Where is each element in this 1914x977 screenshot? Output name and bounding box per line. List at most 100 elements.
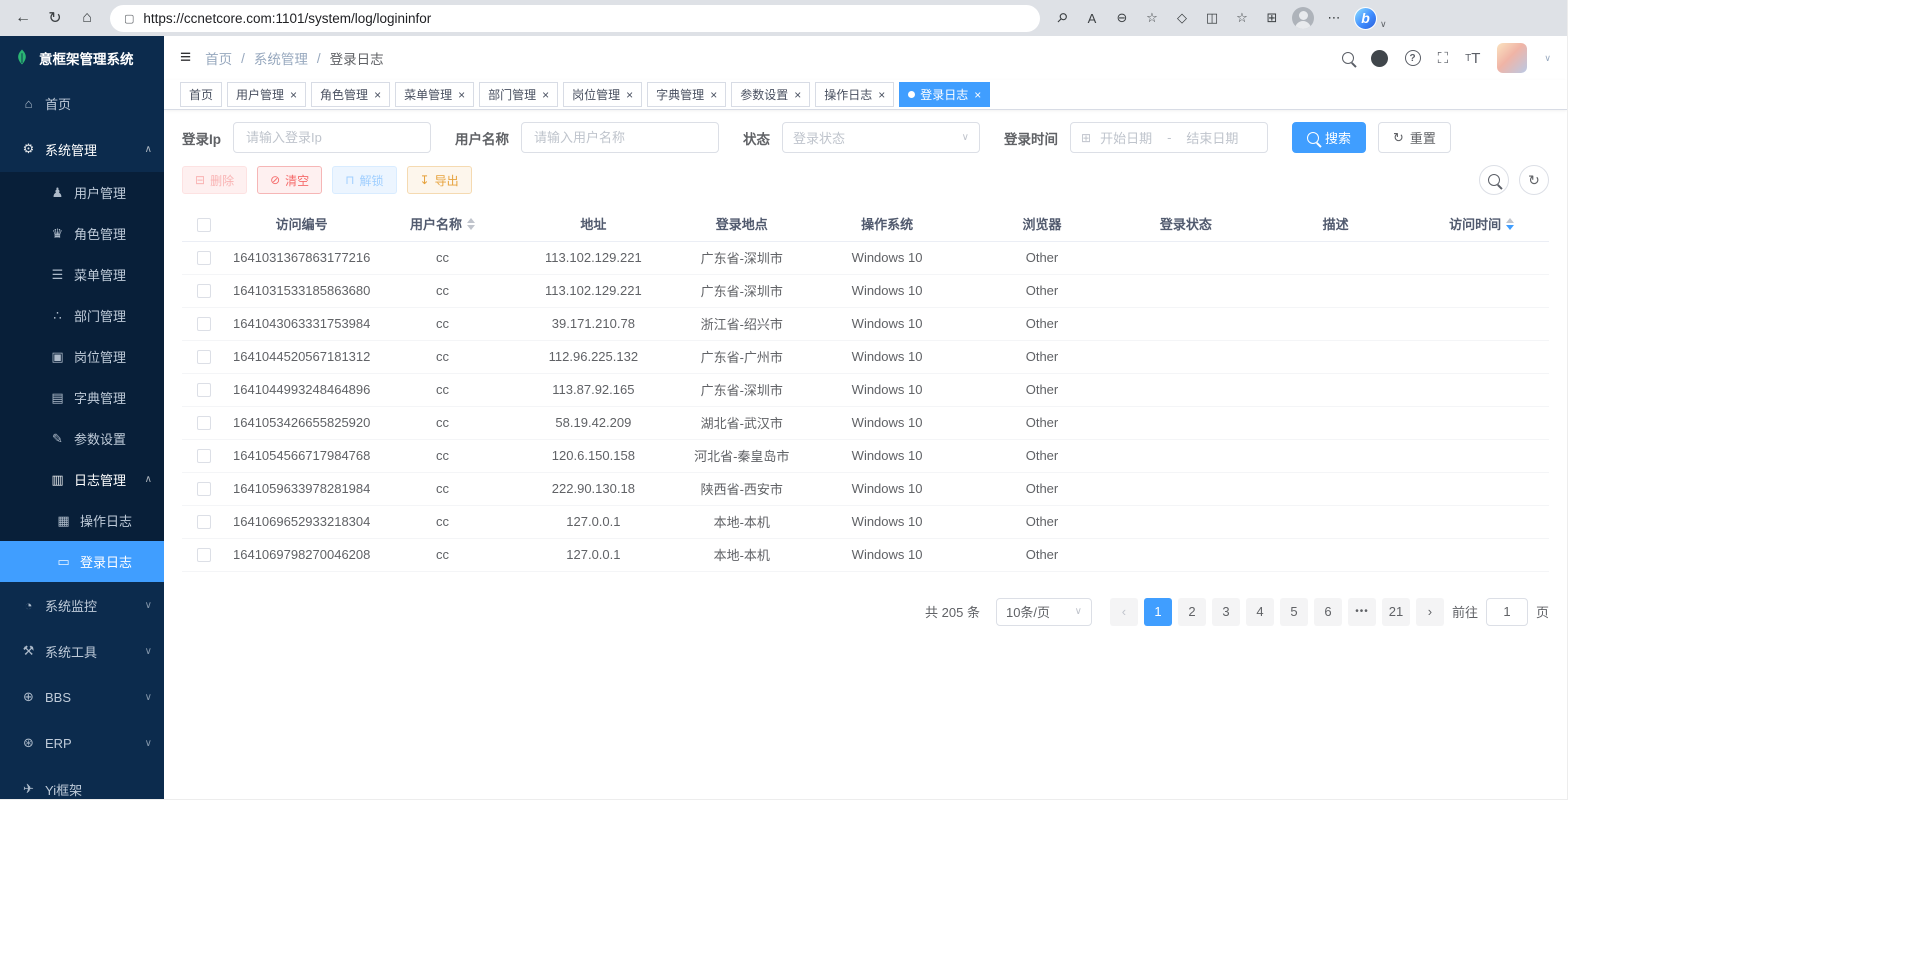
split-screen-icon[interactable]: ◫	[1198, 3, 1226, 33]
sidebar-item[interactable]: ⊕ BBS∨	[0, 674, 164, 720]
tab[interactable]: 首页	[180, 82, 222, 107]
table-row[interactable]: 1641069798270046208cc127.0.0.1本地-本机Windo…	[182, 538, 1549, 571]
page-button[interactable]: 5	[1280, 598, 1308, 626]
tab[interactable]: 部门管理 ×	[479, 82, 558, 107]
font-size-icon[interactable]: TT	[1465, 50, 1480, 67]
sidebar-item[interactable]: ⌂ 首页	[0, 80, 164, 126]
extensions-icon[interactable]: ◇	[1168, 3, 1196, 33]
table-row[interactable]: 1641069652933218304cc127.0.0.1本地-本机Windo…	[182, 505, 1549, 538]
close-icon[interactable]: ×	[542, 89, 549, 101]
status-select[interactable]: 登录状态 ∨	[782, 122, 980, 153]
close-icon[interactable]: ×	[626, 89, 633, 101]
unlock-button[interactable]: ⊓ 解锁	[332, 166, 396, 194]
row-checkbox[interactable]	[197, 350, 211, 364]
table-row[interactable]: 1641043063331753984cc39.171.210.78浙江省-绍兴…	[182, 307, 1549, 340]
row-checkbox[interactable]	[197, 548, 211, 562]
close-icon[interactable]: ×	[458, 89, 465, 101]
tab[interactable]: 角色管理 ×	[311, 82, 390, 107]
sidebar-item[interactable]: ▤ 字典管理	[0, 377, 164, 418]
export-button[interactable]: ↧ 导出	[407, 166, 472, 194]
close-icon[interactable]: ×	[794, 89, 801, 101]
sidebar-item[interactable]: ▦ 操作日志	[0, 500, 164, 541]
sort-icon[interactable]	[1506, 218, 1514, 230]
tab[interactable]: 字典管理 ×	[647, 82, 726, 107]
prev-page-button[interactable]: ‹	[1110, 598, 1138, 626]
user-avatar[interactable]	[1497, 43, 1527, 73]
tab[interactable]: 菜单管理 ×	[395, 82, 474, 107]
help-icon[interactable]: ?	[1405, 50, 1421, 66]
page-button[interactable]: 4	[1246, 598, 1274, 626]
password-key-icon[interactable]: ⚲	[1041, 0, 1082, 39]
sidebar-item[interactable]: ☰ 菜单管理	[0, 254, 164, 295]
login-ip-input[interactable]	[233, 122, 431, 153]
table-row[interactable]: 1641059633978281984cc222.90.130.18陕西省-西安…	[182, 472, 1549, 505]
goto-page-input[interactable]	[1486, 598, 1528, 626]
breadcrumb-item[interactable]: 系统管理	[254, 48, 308, 68]
sort-icon[interactable]	[467, 218, 475, 230]
row-checkbox[interactable]	[197, 449, 211, 463]
row-checkbox[interactable]	[197, 284, 211, 298]
select-all-checkbox[interactable]	[197, 218, 211, 232]
read-aloud-icon[interactable]: A	[1078, 3, 1106, 33]
sidebar-item[interactable]: ◔ 系统监控∨	[0, 582, 164, 628]
user-name-input[interactable]	[521, 122, 719, 153]
reset-button[interactable]: ↻ 重置	[1378, 122, 1451, 153]
zoom-out-icon[interactable]: ⊖	[1108, 3, 1136, 33]
home-button[interactable]: ⌂	[72, 3, 102, 33]
sidebar-item[interactable]: ⊛ ERP∨	[0, 720, 164, 766]
sidebar-item[interactable]: ✈ Yi框架	[0, 766, 164, 800]
page-button[interactable]: 2	[1178, 598, 1206, 626]
close-icon[interactable]: ×	[290, 89, 297, 101]
address-bar[interactable]: ▢ https://ccnetcore.com:1101/system/log/…	[110, 5, 1040, 32]
reload-button[interactable]: ↻	[40, 3, 70, 33]
github-icon[interactable]	[1371, 50, 1388, 67]
bing-copilot-icon[interactable]: b	[1354, 7, 1377, 30]
row-checkbox[interactable]	[197, 317, 211, 331]
close-icon[interactable]: ×	[710, 89, 717, 101]
back-button[interactable]: ←	[8, 3, 38, 33]
search-icon[interactable]	[1342, 52, 1354, 64]
browser-profile-avatar[interactable]	[1292, 7, 1314, 29]
refresh-table-button[interactable]: ↻	[1519, 165, 1549, 195]
tab[interactable]: 登录日志 ×	[899, 82, 990, 107]
row-checkbox[interactable]	[197, 482, 211, 496]
column-header[interactable]: 访问时间	[1414, 207, 1549, 241]
page-button[interactable]: 21	[1382, 598, 1410, 626]
next-page-button[interactable]: ›	[1416, 598, 1444, 626]
close-icon[interactable]: ×	[974, 89, 981, 101]
clear-button[interactable]: ⊘ 清空	[257, 166, 322, 194]
sidebar-item[interactable]: ▭ 登录日志	[0, 541, 164, 582]
page-button[interactable]: 1	[1144, 598, 1172, 626]
sidebar-item[interactable]: ⚙ 系统管理∧	[0, 126, 164, 172]
close-icon[interactable]: ×	[374, 89, 381, 101]
sidebar-item[interactable]: ∴ 部门管理	[0, 295, 164, 336]
row-checkbox[interactable]	[197, 251, 211, 265]
breadcrumb-item[interactable]: 首页	[205, 48, 232, 68]
delete-button[interactable]: ⊟ 删除	[182, 166, 247, 194]
row-checkbox[interactable]	[197, 416, 211, 430]
hamburger-icon[interactable]: ≡	[180, 47, 191, 69]
table-row[interactable]: 1641054566717984768cc120.6.150.158河北省-秦皇…	[182, 439, 1549, 472]
table-row[interactable]: 1641031367863177216cc113.102.129.221广东省-…	[182, 241, 1549, 274]
tab[interactable]: 岗位管理 ×	[563, 82, 642, 107]
table-row[interactable]: 1641053426655825920cc58.19.42.209湖北省-武汉市…	[182, 406, 1549, 439]
toggle-search-button[interactable]	[1479, 165, 1509, 195]
sidebar-item[interactable]: ▥ 日志管理∧	[0, 459, 164, 500]
app-logo[interactable]: 意框架管理系统	[0, 36, 164, 80]
row-checkbox[interactable]	[197, 383, 211, 397]
tab[interactable]: 参数设置 ×	[731, 82, 810, 107]
search-button[interactable]: 搜索	[1292, 122, 1366, 153]
tab[interactable]: 用户管理 ×	[227, 82, 306, 107]
page-button[interactable]: 3	[1212, 598, 1240, 626]
table-row[interactable]: 1641031533185863680cc113.102.129.221广东省-…	[182, 274, 1549, 307]
browser-menu-icon[interactable]: ⋯	[1320, 3, 1348, 33]
fullscreen-icon[interactable]: ⛶	[1438, 50, 1449, 67]
sidebar-item[interactable]: ✎ 参数设置	[0, 418, 164, 459]
sidebar-item[interactable]: ♟ 用户管理	[0, 172, 164, 213]
sidebar-item[interactable]: ▣ 岗位管理	[0, 336, 164, 377]
page-size-select[interactable]: 10条/页 ∨	[996, 598, 1092, 626]
table-row[interactable]: 1641044520567181312cc112.96.225.132广东省-广…	[182, 340, 1549, 373]
sidebar-item[interactable]: ⚒ 系统工具∨	[0, 628, 164, 674]
sidebar-item[interactable]: ♛ 角色管理	[0, 213, 164, 254]
close-icon[interactable]: ×	[878, 89, 885, 101]
